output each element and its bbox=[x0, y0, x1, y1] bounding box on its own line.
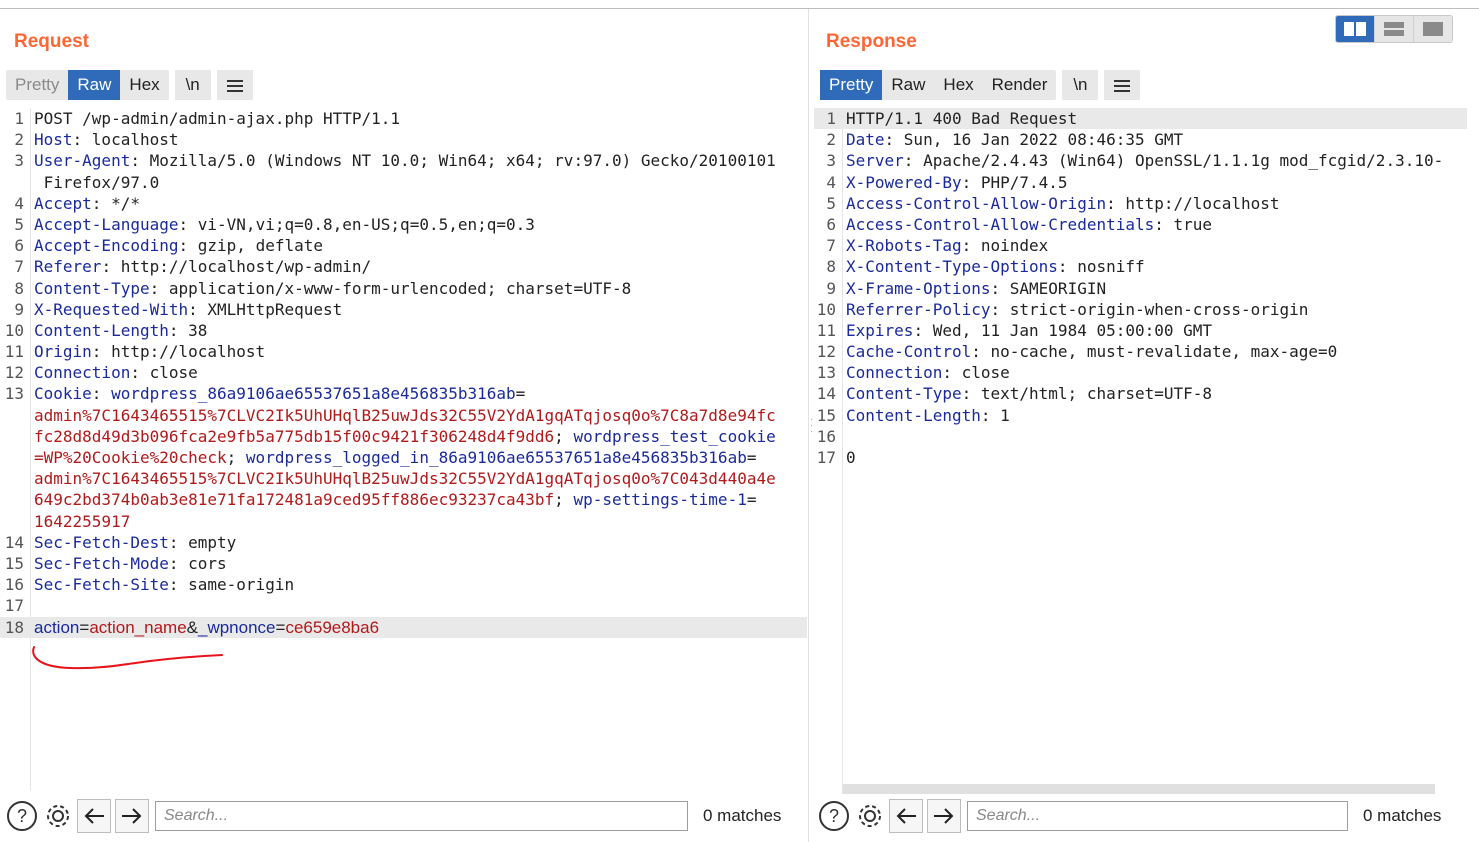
editor-line: 12 Connection: close bbox=[4, 363, 198, 383]
response-horizontal-scrollbar[interactable] bbox=[843, 784, 1435, 794]
request-view-tabs: Pretty Raw Hex \n bbox=[6, 70, 253, 100]
request-editor[interactable]: 1 POST /wp-admin/admin-ajax.php HTTP/1.1 … bbox=[0, 108, 807, 790]
request-title: Request bbox=[14, 31, 89, 52]
request-footer: ? 0 matches bbox=[5, 799, 781, 833]
cookie-line-wrap: admin%7C1643465515%7CLVC2Ik5UhUHqlB25uwJ… bbox=[34, 469, 776, 489]
editor-line: 16 bbox=[816, 426, 836, 446]
response-tab-raw[interactable]: Raw bbox=[882, 70, 934, 100]
editor-line: 6 Accept-Encoding: gzip, deflate bbox=[14, 236, 323, 256]
editor-line: 4 X-Powered-By: PHP/7.4.5 bbox=[826, 172, 1068, 192]
editor-line: 10 Referrer-Policy: strict-origin-when-cr… bbox=[816, 299, 1309, 319]
response-pane: Response Pretty Raw Hex Render \n 1 HTTP/… bbox=[814, 9, 1479, 842]
cookie-line-wrap: fc28d8d49d3b096fca2e9fb5a775db15f00c9421… bbox=[34, 426, 776, 446]
svg-text:?: ? bbox=[829, 806, 839, 826]
editor-line: 14 Sec-Fetch-Dest: empty bbox=[4, 532, 237, 552]
cookie-line-wrap: 649c2bd374b0ab3e81e71fa172481a9ced95ff88… bbox=[34, 490, 757, 510]
editor-line: 1 HTTP/1.1 400 Bad Request bbox=[814, 108, 1467, 130]
editor-line: 13 Connection: close bbox=[816, 363, 1010, 383]
editor-line: 10 Content-Length: 38 bbox=[4, 320, 208, 340]
editor-line: 5 Accept-Language: vi-VN,vi;q=0.8,en-US;q… bbox=[14, 214, 535, 234]
editor-line: 4 Accept: */* bbox=[14, 193, 140, 213]
request-newline-toggle[interactable]: \n bbox=[174, 70, 211, 100]
request-body-line: 18 action=action_name&_wpnonce=ce659e8ba6 bbox=[0, 616, 807, 638]
arrow-right-icon bbox=[122, 808, 142, 824]
response-editor[interactable]: 1 HTTP/1.1 400 Bad Request 2 Date: Sun, 16… bbox=[814, 108, 1467, 794]
response-newline-toggle[interactable]: \n bbox=[1062, 70, 1099, 100]
gear-icon bbox=[47, 805, 69, 827]
editor-line: 7 Referer: http://localhost/wp-admin/ bbox=[14, 257, 372, 277]
editor-line: 1 POST /wp-admin/admin-ajax.php HTTP/1.1 bbox=[14, 109, 401, 128]
editor-line: 14 Content-Type: text/html; charset=UTF-8 bbox=[816, 384, 1213, 404]
request-match-count: 0 matches bbox=[703, 806, 782, 825]
editor-line: 12 Cache-Control: no-cache, must-revalida… bbox=[816, 342, 1338, 362]
response-view-tabs: Pretty Raw Hex Render \n bbox=[820, 70, 1141, 100]
cookie-line: 13 Cookie: wordpress_86a9106ae65537651a8e… bbox=[4, 384, 526, 404]
hamburger-icon bbox=[226, 77, 243, 95]
response-match-count: 0 matches bbox=[1363, 806, 1442, 825]
response-menu-button[interactable] bbox=[1104, 70, 1141, 100]
next-button[interactable] bbox=[927, 799, 961, 833]
arrow-left-icon bbox=[896, 808, 916, 824]
editor-line: 15 Content-Length: 1 bbox=[816, 405, 1010, 425]
request-tab-raw[interactable]: Raw bbox=[68, 70, 121, 100]
request-tab-pretty[interactable]: Pretty bbox=[6, 70, 68, 100]
response-tab-render[interactable]: Render bbox=[983, 70, 1057, 100]
cookie-line-wrap: 1642255917 bbox=[34, 511, 131, 531]
hamburger-icon bbox=[1114, 77, 1131, 95]
layout-toggle bbox=[1335, 15, 1453, 43]
response-footer: ? 0 matches bbox=[817, 799, 1441, 833]
previous-button[interactable] bbox=[77, 799, 111, 833]
next-button[interactable] bbox=[115, 799, 149, 833]
editor-line: 17 0 bbox=[816, 448, 856, 467]
layout-split-horizontal-button[interactable] bbox=[1336, 16, 1374, 42]
help-icon: ? bbox=[819, 801, 849, 831]
gear-icon bbox=[859, 805, 881, 827]
editor-line: 3 User-Agent: Mozilla/5.0 (Windows NT 10.… bbox=[14, 151, 776, 171]
response-search-input[interactable] bbox=[967, 801, 1348, 831]
settings-button[interactable] bbox=[41, 799, 75, 833]
split-vertical-icon bbox=[1384, 22, 1404, 36]
single-pane-icon bbox=[1423, 22, 1443, 36]
previous-button[interactable] bbox=[889, 799, 923, 833]
cookie-line-wrap: admin%7C1643465515%7CLVC2Ik5UhUHqlB25uwJ… bbox=[34, 405, 776, 425]
arrow-right-icon bbox=[934, 808, 954, 824]
layout-single-pane-button[interactable] bbox=[1413, 16, 1452, 42]
editor-line: 16 Sec-Fetch-Site: same-origin bbox=[4, 575, 295, 595]
help-icon: ? bbox=[7, 801, 37, 831]
editor-line: 11 Origin: http://localhost bbox=[4, 342, 266, 362]
split-horizontal-icon bbox=[1344, 22, 1366, 36]
editor-line: 9 X-Frame-Options: SAMEORIGIN bbox=[826, 278, 1107, 298]
request-pane: Request Pretty Raw Hex \n 1 POST /wp-admi… bbox=[0, 9, 808, 842]
editor-line: 15 Sec-Fetch-Mode: cors bbox=[4, 553, 227, 573]
response-tab-pretty[interactable]: Pretty bbox=[820, 70, 883, 100]
svg-text:?: ? bbox=[17, 806, 27, 826]
editor-line: 8 Content-Type: application/x-www-form-ur… bbox=[14, 278, 632, 298]
editor-line-wrap: Firefox/97.0 bbox=[34, 172, 160, 192]
editor-line: 2 Host: localhost bbox=[14, 130, 179, 150]
editor-line: 8 X-Content-Type-Options: nosniff bbox=[826, 257, 1145, 277]
help-button[interactable]: ? bbox=[817, 799, 851, 833]
editor-line: 6 Access-Control-Allow-Credentials: true bbox=[826, 214, 1213, 234]
red-underline-annotation bbox=[32, 646, 223, 670]
request-menu-button[interactable] bbox=[216, 70, 253, 100]
response-tab-hex[interactable]: Hex bbox=[934, 70, 982, 100]
arrow-left-icon bbox=[84, 808, 104, 824]
request-tab-hex[interactable]: Hex bbox=[120, 70, 168, 100]
editor-line: 17 bbox=[4, 596, 24, 616]
response-title: Response bbox=[826, 31, 917, 52]
editor-line: 9 X-Requested-With: XMLHttpRequest bbox=[14, 299, 343, 319]
settings-button[interactable] bbox=[853, 799, 887, 833]
editor-line: 2 Date: Sun, 16 Jan 2022 08:46:35 GMT bbox=[826, 130, 1184, 150]
window-top-border bbox=[0, 0, 1479, 9]
help-button[interactable]: ? bbox=[5, 799, 39, 833]
request-search-input[interactable] bbox=[155, 801, 688, 831]
layout-split-vertical-button[interactable] bbox=[1374, 16, 1413, 42]
editor-line: 5 Access-Control-Allow-Origin: http://loc… bbox=[826, 193, 1280, 213]
editor-line: 7 X-Robots-Tag: noindex bbox=[826, 236, 1049, 256]
editor-line: 3 Server: Apache/2.4.43 (Win64) OpenSSL/1… bbox=[826, 151, 1444, 171]
cookie-line-wrap: =WP%20Cookie%20check; wordpress_logged_i… bbox=[34, 448, 757, 467]
editor-line: 11 Expires: Wed, 11 Jan 1984 05:00:00 GMT bbox=[816, 320, 1213, 340]
